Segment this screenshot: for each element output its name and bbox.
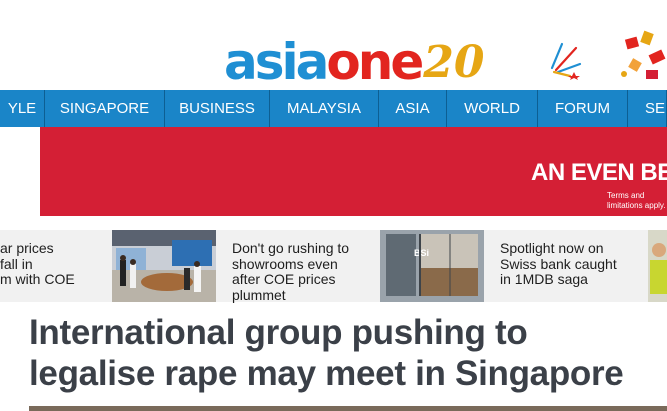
nav-item-world[interactable]: WORLD xyxy=(447,90,538,127)
story-line: in 1MDB saga xyxy=(500,271,588,287)
nav-item-forum[interactable]: FORUM xyxy=(538,90,628,127)
car-showroom-thumbnail[interactable] xyxy=(112,230,216,302)
main-navigation: YLE SINGAPORE BUSINESS MALAYSIA ASIA WOR… xyxy=(0,90,667,127)
logo-anniversary-text: 20 xyxy=(423,37,485,88)
story-line: ar prices xyxy=(0,240,54,256)
story-line: Don't go rushing to xyxy=(232,240,350,256)
nav-item-business[interactable]: BUSINESS xyxy=(165,90,270,127)
logo-asia-text: asia xyxy=(224,33,329,91)
nav-item-asia[interactable]: ASIA xyxy=(379,90,447,127)
article-title: International group pushing to legalise … xyxy=(29,313,624,393)
story-line: m with COE xyxy=(0,271,75,287)
related-story-link[interactable]: Don't go rushing to showrooms even after… xyxy=(232,240,350,303)
fireworks-icon xyxy=(550,42,582,80)
nav-item-services[interactable]: SER xyxy=(628,90,667,127)
nav-item-lifestyle[interactable]: YLE xyxy=(0,90,45,127)
story-line: fall in xyxy=(0,255,33,272)
ad-terms: Terms and limitations apply. xyxy=(607,191,666,211)
related-story-link[interactable]: ar prices fall in m with COE xyxy=(0,240,75,288)
story-line: showrooms even xyxy=(232,255,338,272)
festive-decoration-icon xyxy=(621,30,666,79)
ad-terms-line: limitations apply. xyxy=(607,201,666,210)
news-thumbnail-partial[interactable] xyxy=(648,230,667,302)
related-story-link[interactable]: Spotlight now on Swiss bank caught in 1M… xyxy=(500,240,617,288)
nav-item-malaysia[interactable]: MALAYSIA xyxy=(270,90,379,127)
advertisement-banner[interactable]: AN EVEN BE Terms and limitations apply. xyxy=(40,127,667,216)
article-hero-image xyxy=(29,406,667,411)
logo-one-text: one xyxy=(326,33,424,91)
ad-terms-line: Terms and xyxy=(607,191,645,200)
story-line: Swiss bank caught xyxy=(500,255,617,272)
bank-office-thumbnail[interactable]: BSi xyxy=(380,230,484,302)
story-line: after COE prices xyxy=(232,271,336,287)
asiaone-logo[interactable]: asia one 20 xyxy=(224,33,485,91)
story-line: Spotlight now on xyxy=(500,240,604,256)
svg-text:BSi: BSi xyxy=(414,248,429,258)
story-line: plummet xyxy=(232,286,286,303)
nav-item-singapore[interactable]: SINGAPORE xyxy=(45,90,165,127)
ad-headline: AN EVEN BE xyxy=(531,159,667,186)
